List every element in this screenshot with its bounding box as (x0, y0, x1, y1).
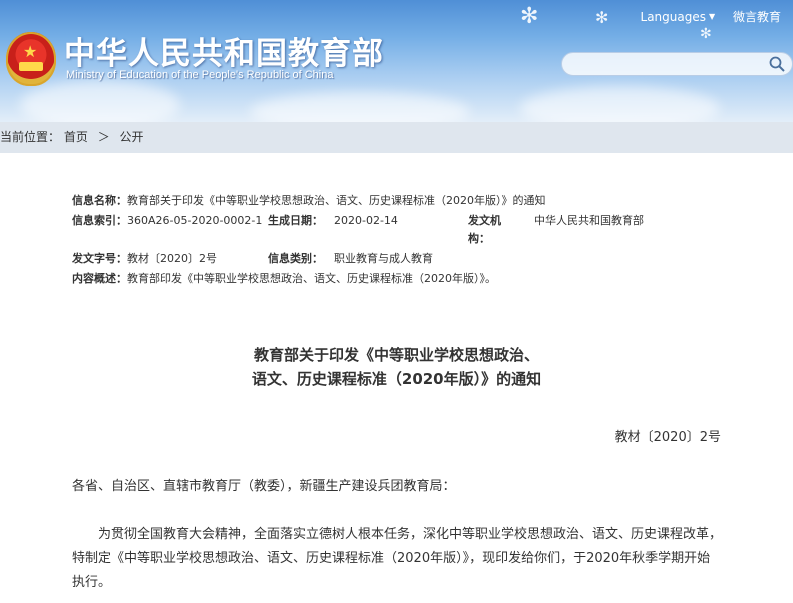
national-emblem-logo: ★ (6, 32, 56, 86)
meta-row: 信息索引：360A26-05-2020-0002-1 生成日期： 2020-02… (72, 211, 752, 249)
breadcrumb: 当前位置： 首页 ＞ 公开 (0, 128, 150, 145)
search-input[interactable] (572, 53, 766, 75)
article-title-line: 语文、历史课程标准（2020年版）》的通知 (251, 370, 542, 388)
breadcrumb-home-link[interactable]: 首页 (64, 130, 88, 144)
breadcrumb-current[interactable]: 公开 (120, 130, 144, 144)
category-value: 职业教育与成人教育 (334, 252, 433, 265)
search-icon[interactable] (768, 55, 786, 73)
cloud-decoration (250, 92, 470, 122)
breadcrumb-separator: ＞ (97, 130, 110, 144)
article-body-line: 执行。 (72, 575, 112, 590)
date-label: 生成日期： (268, 214, 323, 227)
info-meta-table: 信息名称：教育部关于印发《中等职业学校思想政治、语文、历史课程标准（2020年版… (72, 191, 752, 289)
article-title: 教育部关于印发《中等职业学校思想政治、 语文、历史课程标准（2020年版）》的通… (0, 343, 793, 391)
info-index-value: 360A26-05-2020-0002-1 (127, 214, 263, 227)
issuer-value: 中华人民共和国教育部 (534, 214, 644, 227)
article-salutation: 各省、自治区、直辖市教育厅（教委），新疆生产建设兵团教育局： (72, 479, 456, 494)
info-index-label: 信息索引： (72, 214, 127, 227)
issuer-label: 发文机 (468, 214, 501, 227)
breadcrumb-prefix: 当前位置： (0, 130, 61, 144)
meta-row: 信息名称：教育部关于印发《中等职业学校思想政治、语文、历史课程标准（2020年版… (72, 191, 752, 211)
summary-label: 内容概述： (72, 272, 127, 285)
caret-down-icon: ▼ (709, 12, 716, 21)
date-value: 2020-02-14 (334, 214, 398, 227)
issuer-label-wrap: 构： (468, 232, 490, 245)
top-links: Languages ▼ 微言教育 (627, 8, 781, 25)
cloud-decoration (20, 80, 180, 122)
info-name-value: 教育部关于印发《中等职业学校思想政治、语文、历史课程标准（2020年版）》的通知 (127, 194, 546, 207)
languages-link[interactable]: Languages ▼ (641, 10, 716, 24)
doc-number-label: 发文字号： (72, 252, 127, 265)
site-title: 中华人民共和国教育部 (64, 36, 384, 72)
article-body-line: 为贯彻全国教育大会精神，全面落实立德树人根本任务，深化中等职业学校思想政治、语文… (98, 527, 723, 542)
languages-label: Languages (640, 10, 706, 24)
cloud-decoration (520, 86, 720, 122)
article-title-line: 教育部关于印发《中等职业学校思想政治、 (253, 346, 539, 364)
info-name-label: 信息名称： (72, 194, 127, 207)
article-body-line: 特制定《中等职业学校思想政治、语文、历史课程标准（2020年版）》，现印发给你们… (72, 551, 711, 566)
dandelion-decoration: ✻ (595, 8, 609, 27)
content-panel: 信息名称：教育部关于印发《中等职业学校思想政治、语文、历史课程标准（2020年版… (0, 153, 793, 603)
category-label: 信息类别： (268, 252, 323, 265)
dandelion-decoration: ✻ (700, 26, 712, 42)
site-subtitle: Ministry of Education of the People's Re… (66, 69, 334, 81)
summary-value: 教育部印发《中等职业学校思想政治、语文、历史课程标准（2020年版）》。 (127, 272, 496, 285)
site-header: ✻ ✻ ✻ ★ 中华人民共和国教育部 Ministry of Education… (0, 0, 793, 122)
article-doc-number: 教材〔2020〕2号 (614, 430, 721, 445)
search-box (561, 52, 793, 76)
doc-number-value: 教材〔2020〕2号 (127, 252, 217, 265)
weibo-link[interactable]: 微言教育 (733, 10, 781, 24)
meta-row: 发文字号：教材〔2020〕2号 信息类别： 职业教育与成人教育 (72, 249, 752, 269)
meta-row: 内容概述：教育部印发《中等职业学校思想政治、语文、历史课程标准（2020年版）》… (72, 269, 752, 289)
dandelion-decoration: ✻ (520, 4, 539, 29)
